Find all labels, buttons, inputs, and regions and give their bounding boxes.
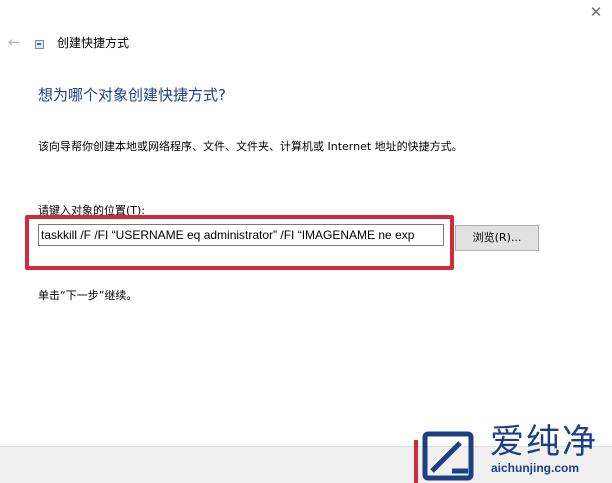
watermark-logo-icon bbox=[422, 431, 474, 481]
arrow-left-icon[interactable]: ← bbox=[8, 35, 22, 50]
page-heading: 想为哪个对象创建快捷方式? bbox=[38, 86, 226, 104]
browse-button[interactable]: 浏览(R)... bbox=[455, 225, 539, 251]
watermark-name: 爱纯净 bbox=[490, 422, 598, 462]
wizard-description: 该向导帮你创建本地或网络程序、文件、文件夹、计算机或 Internet 地址的快… bbox=[38, 140, 463, 153]
highlight-corner bbox=[414, 440, 418, 483]
next-hint: 单击“下一步”继续。 bbox=[38, 289, 138, 302]
watermark-url: aichunjing.com bbox=[491, 461, 580, 475]
close-icon[interactable]: ✕ bbox=[588, 4, 604, 20]
window-title: 创建快捷方式 bbox=[57, 36, 130, 50]
location-input[interactable]: taskkill /F /FI “USERNAME eq administrat… bbox=[38, 224, 444, 246]
shortcut-wizard-icon bbox=[35, 40, 44, 49]
